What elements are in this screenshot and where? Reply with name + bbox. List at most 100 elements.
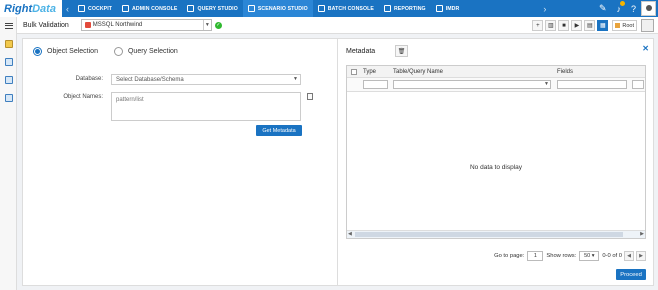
select-all-checkbox[interactable] (351, 69, 357, 75)
page-number-input[interactable]: 1 (527, 250, 544, 261)
delete-button[interactable]: ▥ (545, 20, 557, 31)
chevron-down-icon[interactable]: ▼ (202, 20, 211, 30)
name-filter-input[interactable]: ▼ (393, 80, 551, 89)
proceed-button[interactable]: Proceed (616, 269, 646, 280)
user-avatar[interactable] (641, 1, 656, 16)
scrollbar-thumb[interactable] (355, 232, 623, 237)
hamburger-icon (4, 23, 13, 29)
go-to-page-label: Go to page: (494, 252, 525, 259)
reporting-icon (383, 5, 391, 12)
chevron-down-icon[interactable]: ▼ (293, 76, 298, 82)
nav-batch-console-label: BATCH CONSOLE (327, 5, 374, 12)
close-icon[interactable]: ✕ (642, 44, 649, 53)
nav-imdr-label: IMDR (445, 5, 460, 12)
scroll-left-icon[interactable]: ◀ (348, 231, 352, 237)
notification-badge (619, 0, 625, 6)
menu-toggle[interactable] (0, 17, 17, 35)
rows-per-page-select[interactable]: 50 ▾ (579, 250, 600, 261)
horizontal-scrollbar[interactable]: ◀ ▶ (347, 230, 645, 238)
fields-filter-input[interactable] (557, 80, 627, 89)
main-content: Object Selection Query Selection Databas… (22, 38, 654, 286)
database-label: Database: (75, 76, 103, 82)
nav-scroll-right-icon[interactable]: › (539, 4, 550, 14)
nav-imdr[interactable]: IMDR (431, 0, 465, 17)
top-navigation: Right Data ‹ COCKPIT ADMIN CONSOLE QUERY … (0, 0, 658, 17)
monitor-icon (4, 58, 13, 66)
get-metadata-button[interactable]: Get Metadata (256, 125, 302, 136)
grid-filter-row: ▼ (347, 78, 645, 92)
scroll-right-icon[interactable]: ▶ (640, 231, 644, 237)
nav-scenario-studio-label: SCENARIO STUDIO (257, 5, 308, 12)
save-button[interactable]: ▤ (584, 20, 596, 31)
help-icon[interactable]: ? (631, 4, 636, 14)
nav-scenario-studio[interactable]: SCENARIO STUDIO (242, 0, 313, 17)
grid-icon (4, 76, 13, 84)
cockpit-icon (78, 5, 85, 12)
sidebar-item-2[interactable] (0, 53, 17, 71)
show-rows-label: Show rows: (546, 252, 577, 259)
imdr-icon (435, 5, 443, 12)
clear-metadata-button[interactable]: 🗑 (395, 45, 408, 57)
query-selection-radio[interactable] (113, 47, 123, 56)
grid-header: Type Table/Query Name Fields (347, 66, 645, 78)
empty-message: No data to display (469, 164, 523, 171)
page-range: 0-0 of 0 (602, 252, 622, 259)
view-button[interactable]: ▦ (597, 20, 609, 31)
query-icon (187, 5, 195, 12)
datasource-value: MSSQL Northwind (92, 22, 143, 28)
database-select-value: Select Database/Schema (116, 76, 184, 83)
object-selection-radio[interactable] (33, 47, 42, 56)
document-icon[interactable] (307, 93, 313, 100)
nav-cockpit-label: COCKPIT (88, 5, 113, 12)
nav-batch-console[interactable]: BATCH CONSOLE (313, 0, 379, 17)
next-page-icon[interactable]: ▶ (636, 250, 646, 261)
nav-admin-console-label: ADMIN CONSOLE (132, 5, 178, 12)
database-select[interactable]: Select Database/Schema ▼ (111, 74, 301, 85)
column-table-query-name[interactable]: Table/Query Name (393, 69, 443, 75)
metadata-title: Metadata (346, 48, 376, 55)
object-names-input[interactable] (111, 92, 301, 121)
page-toolbar: Bulk Validation MSSQL Northwind ▼ ✓ + ▥ … (17, 17, 658, 34)
column-type[interactable]: Type (363, 69, 376, 75)
object-names-label: Object Names: (63, 94, 103, 100)
type-filter-input[interactable] (363, 80, 388, 89)
root-button[interactable]: Root (612, 20, 637, 31)
nav-reporting[interactable]: REPORTING (379, 0, 431, 17)
nav-query-studio[interactable]: QUERY STUDIO (182, 0, 242, 17)
nav-query-studio-label: QUERY STUDIO (197, 5, 238, 12)
sidebar-item-4[interactable] (0, 89, 17, 107)
app-logo[interactable]: Right Data (0, 0, 62, 17)
prev-page-icon[interactable]: ◀ (624, 250, 634, 261)
nav-scroll-left-icon[interactable]: ‹ (62, 4, 73, 14)
logo-text-right: Right (4, 2, 33, 15)
page-title: Bulk Validation (23, 21, 69, 29)
trophy-icon (4, 40, 13, 48)
selection-mode: Object Selection Query Selection (33, 47, 178, 56)
scenario-icon (247, 5, 255, 12)
column-fields[interactable]: Fields (557, 69, 573, 75)
sidebar-item-1[interactable] (0, 35, 17, 53)
notification-bell-icon[interactable]: ♪ (616, 0, 625, 14)
monitor-list-icon (4, 94, 13, 102)
query-selection-label[interactable]: Query Selection (128, 48, 178, 55)
chevron-down-icon[interactable]: ▼ (544, 81, 549, 87)
tools-icon[interactable]: ✎ (599, 3, 607, 14)
nav-reporting-label: REPORTING (393, 5, 426, 12)
selection-panel: Object Selection Query Selection Databas… (23, 39, 337, 285)
datasource-select[interactable]: MSSQL Northwind ▼ (80, 19, 212, 31)
root-label: Root (622, 22, 634, 29)
add-button[interactable]: + (532, 20, 544, 31)
toolbar-actions: + ▥ ■ ▶ ▤ ▦ Root (530, 19, 658, 32)
nav-cockpit[interactable]: COCKPIT (73, 0, 117, 17)
nav-admin-console[interactable]: ADMIN CONSOLE (117, 0, 182, 17)
object-selection-label[interactable]: Object Selection (47, 48, 98, 55)
sidebar-item-3[interactable] (0, 71, 17, 89)
stop-button[interactable]: ■ (558, 20, 570, 31)
logo-text-data: Data (32, 2, 56, 15)
archive-icon[interactable] (641, 19, 654, 32)
run-button[interactable]: ▶ (571, 20, 583, 31)
left-sidebar (0, 17, 17, 290)
metadata-grid: Type Table/Query Name Fields ▼ No data t… (346, 65, 646, 239)
metadata-panel: Metadata 🗑 ✕ Type Table/Query Name Field… (338, 39, 654, 285)
extra-filter-input[interactable] (632, 80, 644, 89)
